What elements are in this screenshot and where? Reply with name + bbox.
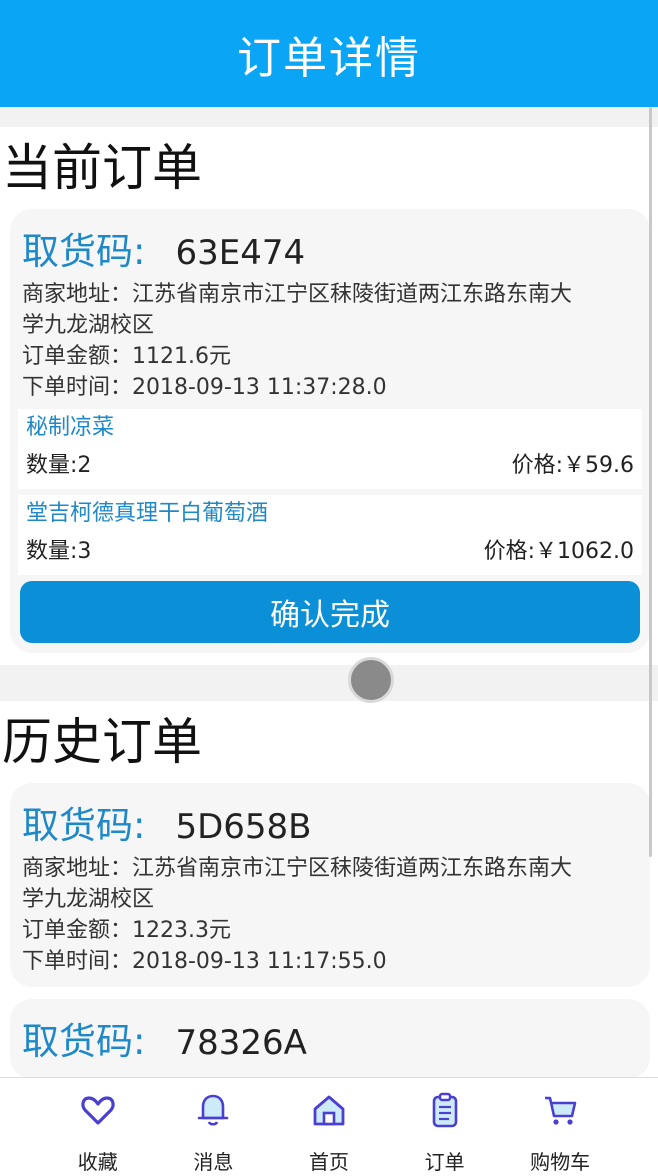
pickup-code-row: 取货码: 78326A [22,1011,638,1069]
merchant-address-cont: 学九龙湖校区 [22,313,155,338]
item-name[interactable]: 秘制凉菜 [26,413,634,443]
section-divider [0,657,658,703]
top-spacer [0,107,658,127]
app-header: 订单详情 [0,0,658,107]
tab-messages[interactable]: 消息 [163,1078,263,1176]
order-scroll-area[interactable]: 当前订单 取货码: 63E474 商家地址：江苏省南京市江宁区秣陵街道两江东路东… [0,107,658,1077]
item-quantity: 数量:3 [26,539,92,564]
pickup-code-label: 取货码: [22,230,146,273]
pickup-code-row: 取货码: 5D658B [22,795,638,853]
item-quantity: 数量:2 [26,453,92,478]
tab-cart[interactable]: 购物车 [510,1078,610,1176]
history-orders-title: 历史订单 [2,713,202,771]
pickup-code-row: 取货码: 63E474 [22,221,638,279]
bottom-tab-bar: 收藏 消息 首页 订单 购物车 [0,1077,658,1176]
current-orders-title: 当前订单 [2,139,202,197]
scrollbar[interactable] [649,107,652,857]
tab-label: 收藏 [77,1150,118,1174]
order-item[interactable]: 秘制凉菜 数量:2 价格:￥59.6 [18,409,642,489]
item-name[interactable]: 堂吉柯德真理干白葡萄酒 [26,499,634,529]
item-detail-row: 数量:2 价格:￥59.6 [26,449,634,483]
floating-assistive-button[interactable] [348,657,394,703]
pickup-code-label: 取货码: [22,1020,146,1063]
pickup-code-value: 78326A [175,1023,307,1063]
item-detail-row: 数量:3 价格:￥1062.0 [26,535,634,569]
history-order-card[interactable]: 取货码: 5D658B 商家地址：江苏省南京市江宁区秣陵街道两江东路东南大 学九… [10,783,650,987]
order-amount: 订单金额：1223.3元 [22,918,231,943]
tab-label: 订单 [424,1150,465,1174]
item-price: 价格:￥59.6 [511,453,634,478]
confirm-complete-button[interactable]: 确认完成 [20,581,640,643]
order-time: 下单时间：2018-09-13 11:37:28.0 [22,375,387,400]
order-time: 下单时间：2018-09-13 11:17:55.0 [22,949,387,974]
tab-label: 购物车 [530,1150,591,1174]
merchant-address: 商家地址：江苏省南京市江宁区秣陵街道两江东路东南大 [22,282,573,307]
pickup-code-value: 63E474 [175,233,306,273]
history-order-card[interactable]: 取货码: 78326A [10,999,650,1077]
tab-favorites[interactable]: 收藏 [48,1078,148,1176]
page-title: 订单详情 [237,32,421,84]
tab-label: 消息 [193,1150,234,1174]
order-detail-page: 订单详情 当前订单 取货码: 63E474 商家地址：江苏省南京市江宁区秣陵街道… [0,0,658,1176]
tab-orders[interactable]: 订单 [395,1078,495,1176]
pickup-code-label: 取货码: [22,804,146,847]
order-item[interactable]: 堂吉柯德真理干白葡萄酒 数量:3 价格:￥1062.0 [18,495,642,575]
heart-icon [81,1096,115,1125]
bell-icon [198,1094,229,1126]
pickup-code-value: 5D658B [175,807,312,847]
item-price: 价格:￥1062.0 [483,539,634,564]
merchant-address-cont: 学九龙湖校区 [22,887,155,912]
clipboard-icon [432,1092,457,1128]
merchant-address: 商家地址：江苏省南京市江宁区秣陵街道两江东路东南大 [22,856,573,881]
home-icon [313,1095,345,1126]
cart-icon [545,1096,577,1125]
tab-home[interactable]: 首页 [279,1078,379,1176]
tab-label: 首页 [308,1150,349,1174]
order-amount: 订单金额：1121.6元 [22,344,231,369]
current-order-card: 取货码: 63E474 商家地址：江苏省南京市江宁区秣陵街道两江东路东南大 学九… [10,209,650,653]
